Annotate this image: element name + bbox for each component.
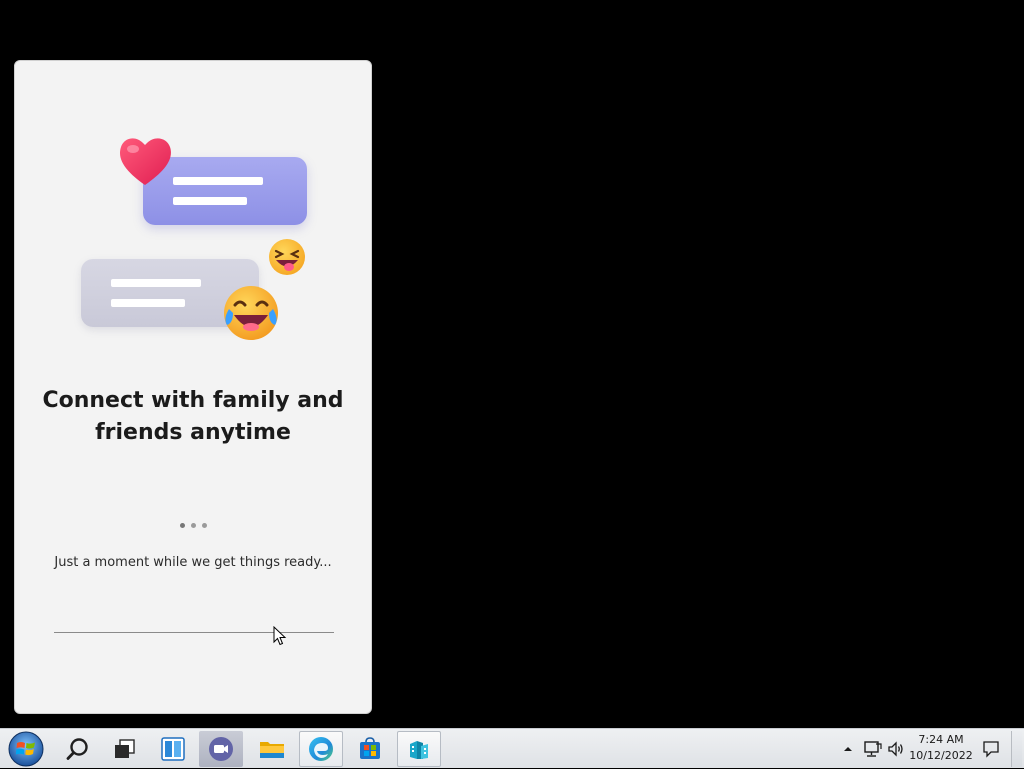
splash-title-line2: friends anytime: [95, 420, 291, 445]
loading-dots: [15, 513, 371, 532]
loading-dot: [179, 523, 185, 528]
clock-date: 10/12/2022: [909, 749, 973, 762]
windows-logo-icon: [8, 731, 44, 767]
widgets-button[interactable]: [151, 731, 195, 767]
loading-message: Just a moment while we get things ready.…: [54, 555, 332, 570]
app-button[interactable]: [397, 731, 441, 767]
start-button[interactable]: [4, 731, 48, 767]
meet-now-button[interactable]: [199, 731, 243, 767]
progress-bar: [54, 632, 334, 633]
chat-illustration: [75, 131, 315, 351]
notifications-button[interactable]: [982, 729, 1000, 769]
store-button[interactable]: [348, 731, 392, 767]
task-view-button[interactable]: [103, 731, 147, 767]
file-explorer-button[interactable]: [250, 731, 294, 767]
taskbar: 7:24 AM 10/12/2022: [0, 728, 1024, 768]
search-icon: [66, 738, 88, 760]
chevron-up-icon: [844, 747, 852, 751]
show-desktop-button[interactable]: [1011, 731, 1022, 767]
edge-button[interactable]: [299, 731, 343, 767]
task-view-icon: [115, 739, 135, 758]
loading-dot: [190, 523, 196, 528]
splash-title-line1: Connect with family and: [42, 388, 344, 413]
action-center-icon: [983, 741, 999, 758]
tears-of-joy-emoji-icon: [224, 286, 278, 340]
video-camera-icon: [209, 737, 233, 761]
volume-button[interactable]: [886, 729, 906, 769]
tray-overflow-button[interactable]: [842, 729, 854, 769]
squinting-tongue-emoji-icon: [269, 239, 305, 275]
mouse-cursor-icon: [273, 626, 287, 646]
splash-title: Connect with family and friends anytime: [15, 385, 371, 449]
store-icon: [360, 737, 380, 759]
heart-icon: [120, 138, 171, 185]
widgets-icon: [161, 737, 185, 761]
building-blocks-icon: [410, 741, 428, 759]
clock-time: 7:24 AM: [918, 733, 964, 746]
folder-icon: [260, 742, 284, 758]
speaker-icon: [888, 741, 903, 757]
network-button[interactable]: [862, 729, 882, 769]
network-icon: [864, 741, 882, 757]
edge-icon: [309, 737, 333, 761]
teams-splash-window: Connect with family and friends anytime …: [14, 60, 372, 714]
search-button[interactable]: [56, 731, 100, 767]
clock[interactable]: 7:24 AM 10/12/2022: [904, 732, 978, 764]
loading-dot: [201, 523, 207, 528]
